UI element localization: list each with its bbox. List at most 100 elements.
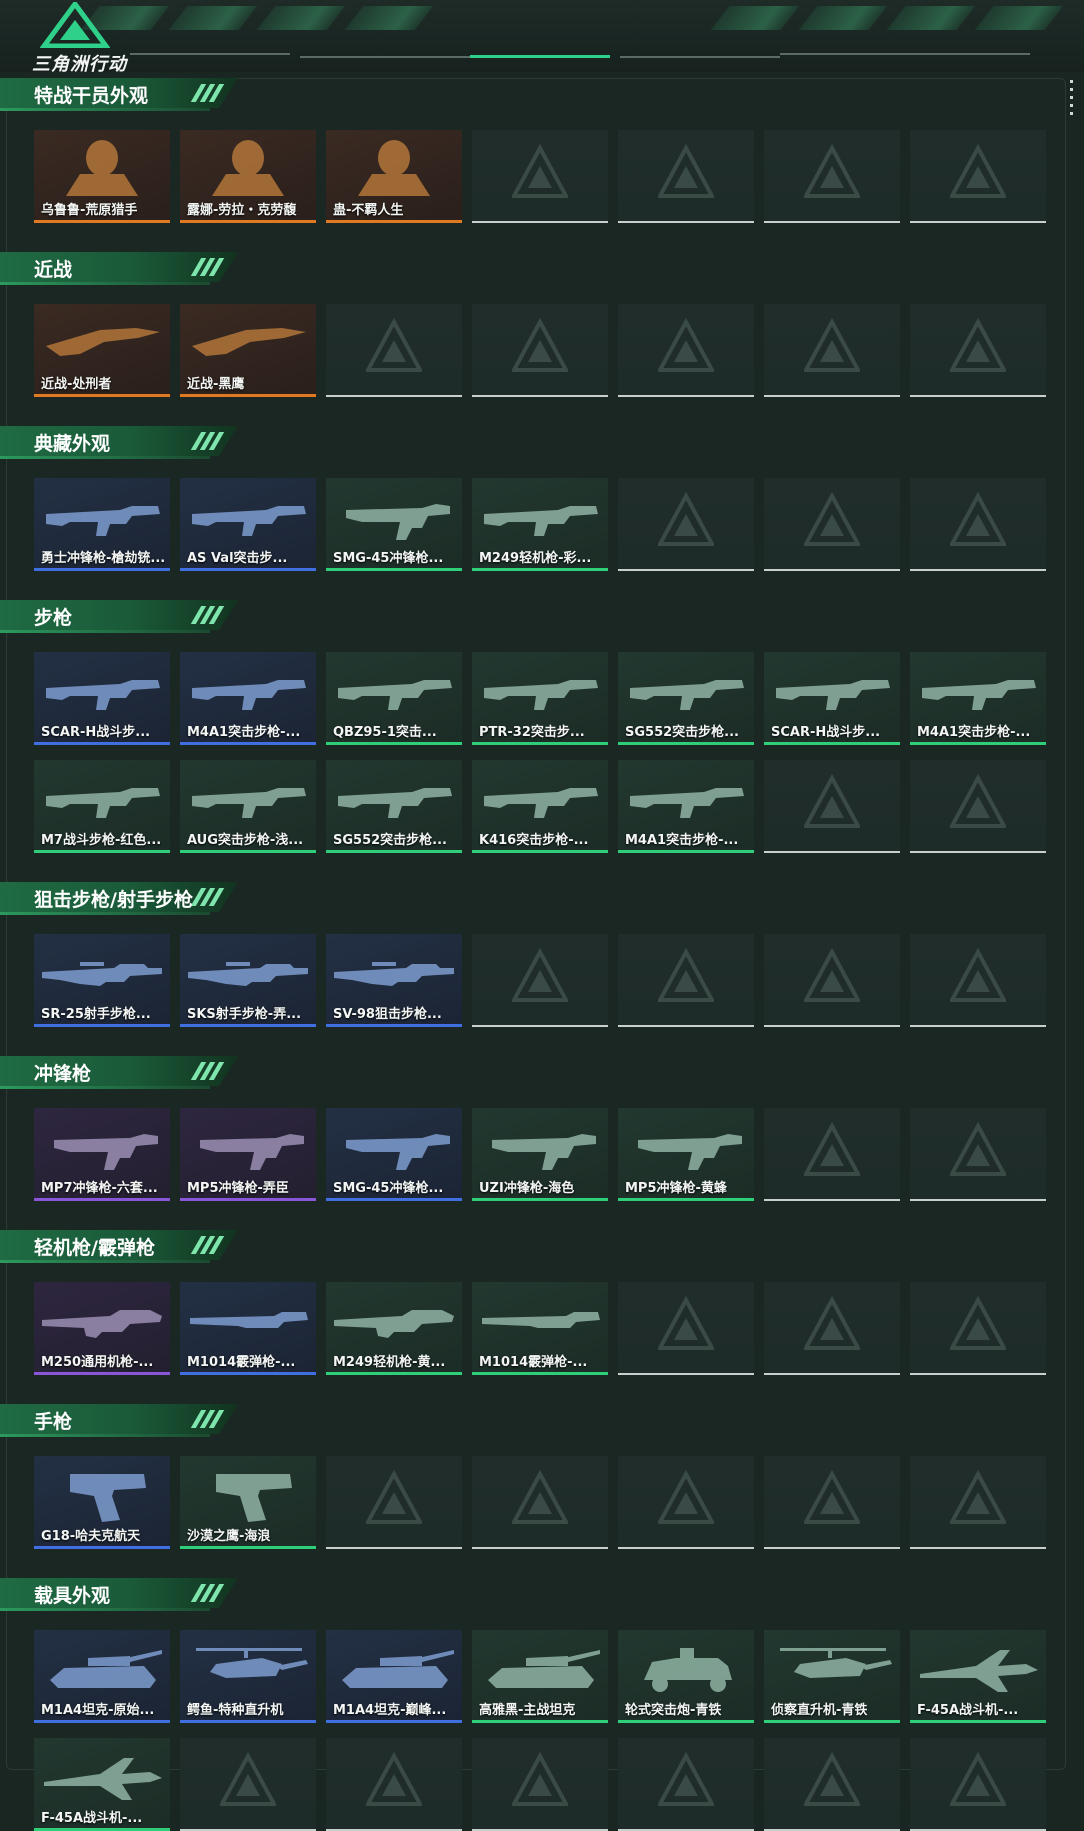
item-card[interactable]: 近战-处刑者 [34,304,170,397]
item-card[interactable]: 露娜-劳拉・克劳馥 [180,130,316,223]
item-name: M1014霰弹枪-... [479,1355,588,1370]
item-card[interactable]: M4A1突击步枪-... [180,652,316,745]
rifle-icon [630,680,744,710]
item-name: M1A4坦克-巅峰... [333,1703,447,1718]
sniper-icon [334,962,454,986]
delta-logo-icon [40,2,110,48]
scrollbar-handle[interactable] [1070,80,1074,120]
helicopter-icon [780,1648,892,1678]
section-header: 狙击步枪/射手步枪 [0,882,238,916]
empty-slot [180,1738,316,1831]
item-card[interactable]: M250通用机枪-... [34,1282,170,1375]
item-card[interactable]: SMG-45冲锋枪... [326,1108,462,1201]
item-name: 鳄鱼-特种直升机 [187,1703,284,1718]
empty-slot [910,1108,1046,1201]
lmg-icon [334,1310,454,1338]
item-card[interactable]: PTR-32突击步... [472,652,608,745]
item-card[interactable]: QBZ95-1突击... [326,652,462,745]
rarity-bar [326,1024,462,1027]
item-card[interactable]: M1A4坦克-原始... [34,1630,170,1723]
empty-bar [910,1025,1046,1027]
item-name: 勇士冲锋枪-槍劫铳... [41,551,166,566]
section-title: 手枪 [34,1411,73,1433]
rarity-bar [472,1372,608,1375]
item-card[interactable]: SMG-45冲锋枪... [326,478,462,571]
item-name: SKS射手步枪-弄... [187,1007,302,1022]
smg-icon [346,1134,450,1170]
item-card[interactable]: F-45A战斗机-... [34,1738,170,1831]
item-card[interactable]: M249轻机枪-黄... [326,1282,462,1375]
empty-bar [910,1373,1046,1375]
empty-bar [764,1373,900,1375]
item-card[interactable]: UZI冲锋枪-海色 [472,1108,608,1201]
empty-bar [326,1547,462,1549]
item-card[interactable]: M4A1突击步枪-... [910,652,1046,745]
delta-placeholder-icon [950,1470,1006,1524]
item-card[interactable]: 勇士冲锋枪-槍劫铳... [34,478,170,571]
item-card[interactable]: 侦察直升机-青铁 [764,1630,900,1723]
item-card[interactable]: SG552突击步枪... [618,652,754,745]
item-card[interactable]: SKS射手步枪-弄... [180,934,316,1027]
section-header: 轻机枪/霰弹枪 [0,1230,238,1264]
rarity-bar [618,742,754,745]
empty-slot [910,934,1046,1027]
item-card[interactable]: M1A4坦克-巅峰... [326,1630,462,1723]
rifle-icon [192,506,306,536]
item-card[interactable]: M1014霰弹枪-... [180,1282,316,1375]
rarity-bar [326,850,462,853]
empty-bar [764,1199,900,1201]
item-card[interactable]: 高雅黑-主战坦克 [472,1630,608,1723]
item-name: SG552突击步枪... [333,833,447,848]
item-card[interactable]: 轮式突击炮-青铁 [618,1630,754,1723]
rarity-bar [34,1546,170,1549]
rifle-icon [484,680,598,710]
delta-placeholder-icon [804,1296,860,1350]
item-card[interactable]: M4A1突击步枪-... [618,760,754,853]
item-card[interactable]: G18-哈夫克航天 [34,1456,170,1549]
item-card[interactable]: M1014霰弹枪-... [472,1282,608,1375]
pistol-icon [216,1474,292,1522]
section-header: 冲锋枪 [0,1056,238,1090]
item-card[interactable]: 近战-黑鹰 [180,304,316,397]
empty-bar [764,851,900,853]
rarity-bar [326,568,462,571]
item-card[interactable]: SG552突击步枪... [326,760,462,853]
item-card[interactable]: MP5冲锋枪-黄蜂 [618,1108,754,1201]
item-card[interactable]: SR-25射手步枪... [34,934,170,1027]
item-card[interactable]: 鳄鱼-特种直升机 [180,1630,316,1723]
item-card[interactable]: 沙漠之鹰-海浪 [180,1456,316,1549]
tank-icon [488,1650,600,1688]
rarity-bar [180,850,316,853]
empty-bar [764,395,900,397]
item-card[interactable]: 乌鲁鲁-荒原猎手 [34,130,170,223]
delta-placeholder-icon [950,1296,1006,1350]
item-name: 近战-处刑者 [41,377,112,392]
item-name: AS Val突击步... [187,551,288,566]
item-card[interactable]: 蛊-不羁人生 [326,130,462,223]
empty-bar [910,851,1046,853]
rarity-bar [472,568,608,571]
item-name: M1014霰弹枪-... [187,1355,296,1370]
item-card[interactable]: AUG突击步枪-浅... [180,760,316,853]
empty-bar [910,1199,1046,1201]
rarity-bar [326,1372,462,1375]
item-card[interactable]: SCAR-H战斗步... [764,652,900,745]
item-name: F-45A战斗机-... [917,1703,1019,1718]
empty-slot [326,1738,462,1831]
item-card[interactable]: M7战斗步枪-红色... [34,760,170,853]
rarity-bar [910,1720,1046,1723]
item-card[interactable]: SCAR-H战斗步... [34,652,170,745]
item-name: MP5冲锋枪-弄臣 [187,1181,289,1196]
item-card[interactable]: K416突击步枪-... [472,760,608,853]
shotgun-icon [190,1312,308,1328]
empty-slot [910,1738,1046,1831]
item-card[interactable]: F-45A战斗机-... [910,1630,1046,1723]
item-card[interactable]: SV-98狙击步枪... [326,934,462,1027]
header-left-stripes [80,6,434,36]
item-card[interactable]: AS Val突击步... [180,478,316,571]
item-card[interactable]: M249轻机枪-彩... [472,478,608,571]
item-card[interactable]: MP7冲锋枪-六套... [34,1108,170,1201]
item-card[interactable]: MP5冲锋枪-弄臣 [180,1108,316,1201]
section-header: 特战干员外观 [0,78,238,112]
delta-placeholder-icon [658,318,714,372]
